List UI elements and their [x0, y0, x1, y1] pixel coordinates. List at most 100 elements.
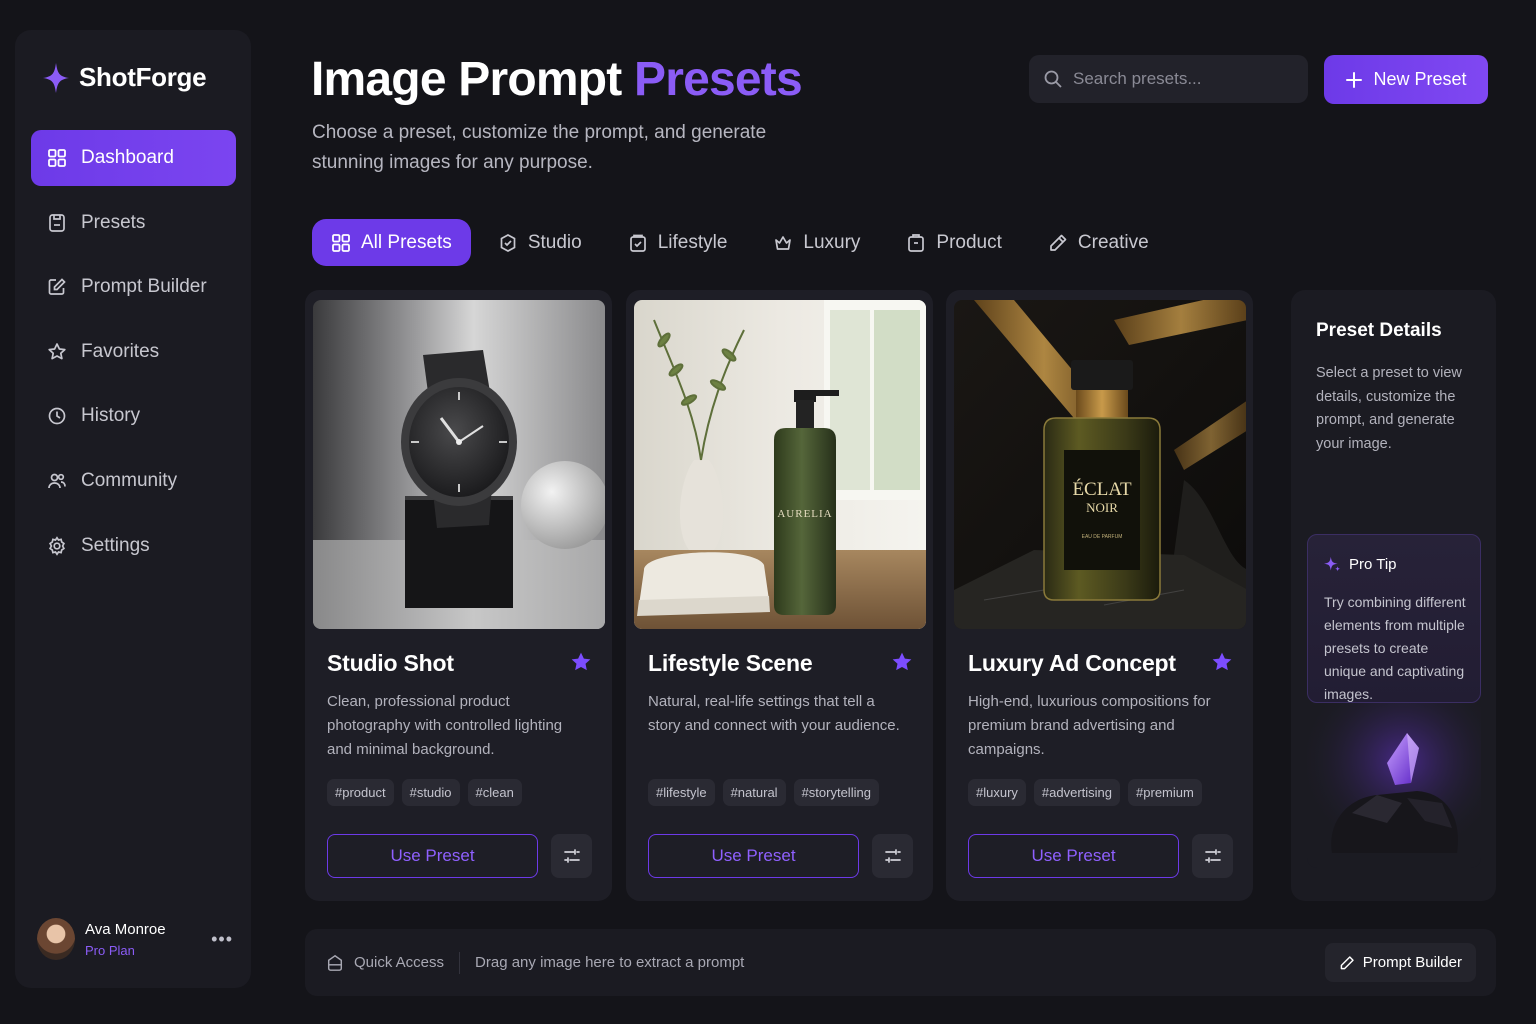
- tag[interactable]: #storytelling: [793, 779, 879, 806]
- sidebar-item-history[interactable]: History: [31, 388, 236, 444]
- preset-tags: #product #studio #clean: [327, 779, 522, 806]
- crown-icon: [775, 235, 792, 250]
- preset-description: Clean, professional product photography …: [327, 693, 563, 758]
- search-input[interactable]: [1073, 69, 1273, 89]
- tag[interactable]: #lifestyle: [648, 779, 715, 806]
- preset-title: Studio Shot: [327, 650, 454, 676]
- preset-card-studio-shot[interactable]: Studio Shot Clean, professional product …: [305, 290, 612, 901]
- prompt-builder-label: Prompt Builder: [1362, 954, 1462, 971]
- drag-drop-hint[interactable]: Drag any image here to extract a prompt: [475, 954, 744, 971]
- grid-icon: [332, 233, 350, 252]
- tab-lifestyle[interactable]: Lifestyle: [609, 219, 747, 266]
- new-preset-button[interactable]: New Preset: [1324, 55, 1488, 104]
- user-plan: Pro Plan: [85, 942, 135, 958]
- tab-label: Lifestyle: [657, 231, 728, 253]
- tab-label: Studio: [527, 231, 582, 253]
- users-icon: [48, 473, 66, 489]
- customize-button[interactable]: [872, 834, 913, 878]
- favorite-star-icon[interactable]: [891, 651, 913, 673]
- sliders-icon: [563, 849, 580, 863]
- star-icon: [48, 342, 66, 360]
- tab-label: Product: [936, 231, 1002, 253]
- tag[interactable]: #luxury: [968, 779, 1026, 806]
- favorite-star-icon[interactable]: [570, 651, 592, 673]
- app-logo[interactable]: ShotForge: [43, 62, 207, 93]
- drop-zone-icon: [327, 954, 343, 971]
- sidebar-item-label: Presets: [81, 211, 146, 233]
- lifestyle-icon: [629, 234, 646, 252]
- sidebar: ShotForge Dashboard Presets Prompt Build…: [15, 30, 251, 988]
- pencil-icon: [1340, 955, 1354, 969]
- tag[interactable]: #premium: [1128, 779, 1202, 806]
- sparkle-logo-icon: [43, 62, 69, 93]
- tag[interactable]: #natural: [722, 779, 786, 806]
- sidebar-item-label: History: [81, 405, 141, 427]
- grid-icon: [48, 149, 66, 167]
- edit-icon: [48, 278, 66, 296]
- sidebar-item-dashboard[interactable]: Dashboard: [31, 130, 236, 186]
- use-preset-button[interactable]: Use Preset: [648, 834, 859, 878]
- tag[interactable]: #product: [327, 779, 394, 806]
- search-box[interactable]: [1029, 55, 1308, 103]
- perfume-label-2: NOIR: [1086, 500, 1118, 515]
- customize-button[interactable]: [551, 834, 592, 878]
- tab-label: Creative: [1077, 231, 1149, 253]
- app-name: ShotForge: [79, 62, 207, 92]
- preset-title: Luxury Ad Concept: [968, 650, 1176, 676]
- tab-luxury[interactable]: Luxury: [754, 219, 879, 266]
- perfume-label-3: EAU DE PARFUM: [1082, 534, 1123, 540]
- preset-image-soap-bottle: AURELIA: [634, 300, 926, 629]
- plus-icon: [1346, 71, 1363, 88]
- avatar: [37, 918, 75, 960]
- preset-tags: #lifestyle #natural #storytelling: [648, 779, 879, 806]
- use-preset-button[interactable]: Use Preset: [968, 834, 1179, 878]
- preset-card-luxury-ad-concept[interactable]: ÉCLAT NOIR EAU DE PARFUM Luxury Ad Conce…: [946, 290, 1253, 901]
- page-title-accent: Presets: [634, 53, 803, 106]
- page-title-main: Image Prompt: [311, 53, 622, 106]
- perfume-label-1: ÉCLAT: [1072, 478, 1132, 500]
- tag[interactable]: #clean: [467, 779, 522, 806]
- sidebar-item-presets[interactable]: Presets: [31, 195, 236, 251]
- preset-card-lifestyle-scene[interactable]: AURELIA Lifestyle Scene Natural, real-li…: [626, 290, 933, 901]
- tab-studio[interactable]: Studio: [479, 219, 601, 266]
- preset-description: Natural, real-life settings that tell a …: [648, 693, 900, 734]
- quick-access[interactable]: Quick Access: [326, 954, 444, 972]
- tag[interactable]: #studio: [401, 779, 460, 806]
- quick-access-bar[interactable]: Quick Access Drag any image here to extr…: [305, 929, 1496, 996]
- tab-label: All Presets: [361, 231, 452, 253]
- sidebar-item-settings[interactable]: Settings: [31, 518, 236, 574]
- tag[interactable]: #advertising: [1033, 779, 1121, 806]
- sidebar-item-prompt-builder[interactable]: Prompt Builder: [31, 259, 236, 315]
- sliders-icon: [884, 849, 901, 863]
- category-tabs: All Presets Studio Lifestyle Luxury Prod…: [312, 219, 1176, 266]
- search-icon: [1044, 70, 1062, 88]
- customize-button[interactable]: [1192, 834, 1233, 878]
- tab-product[interactable]: Product: [887, 219, 1020, 266]
- studio-icon: [500, 233, 516, 252]
- prompt-builder-button[interactable]: Prompt Builder: [1324, 943, 1476, 982]
- sidebar-nav: Dashboard Presets Prompt Builder Favorit…: [31, 130, 236, 582]
- more-options-icon[interactable]: •••: [211, 929, 233, 950]
- use-preset-button[interactable]: Use Preset: [327, 834, 538, 878]
- preset-details-panel: Preset Details Select a preset to view d…: [1291, 290, 1496, 901]
- sidebar-item-label: Community: [81, 469, 178, 491]
- sidebar-item-label: Favorites: [81, 340, 160, 362]
- preset-title: Lifestyle Scene: [648, 650, 813, 676]
- preset-image-perfume: ÉCLAT NOIR EAU DE PARFUM: [954, 300, 1246, 629]
- user-profile[interactable]: Ava Monroe Pro Plan •••: [37, 918, 233, 960]
- crystal-illustration: [1307, 703, 1481, 868]
- sidebar-item-favorites[interactable]: Favorites: [31, 324, 236, 380]
- page-title: Image Prompt Presets: [311, 52, 803, 107]
- tab-creative[interactable]: Creative: [1029, 219, 1168, 266]
- quick-access-label: Quick Access: [354, 954, 445, 971]
- presets-icon: [49, 213, 65, 232]
- pro-tip-header: Pro Tip: [1324, 556, 1397, 573]
- box-icon: [908, 233, 925, 252]
- tab-all-presets[interactable]: All Presets: [312, 219, 471, 266]
- sparkle-icon: [1324, 556, 1341, 572]
- favorite-star-icon[interactable]: [1211, 651, 1233, 673]
- gear-icon: [48, 535, 66, 556]
- sidebar-item-community[interactable]: Community: [31, 453, 236, 509]
- pro-tip-text: Try combining different elements from mu…: [1324, 594, 1466, 702]
- divider: [459, 951, 461, 974]
